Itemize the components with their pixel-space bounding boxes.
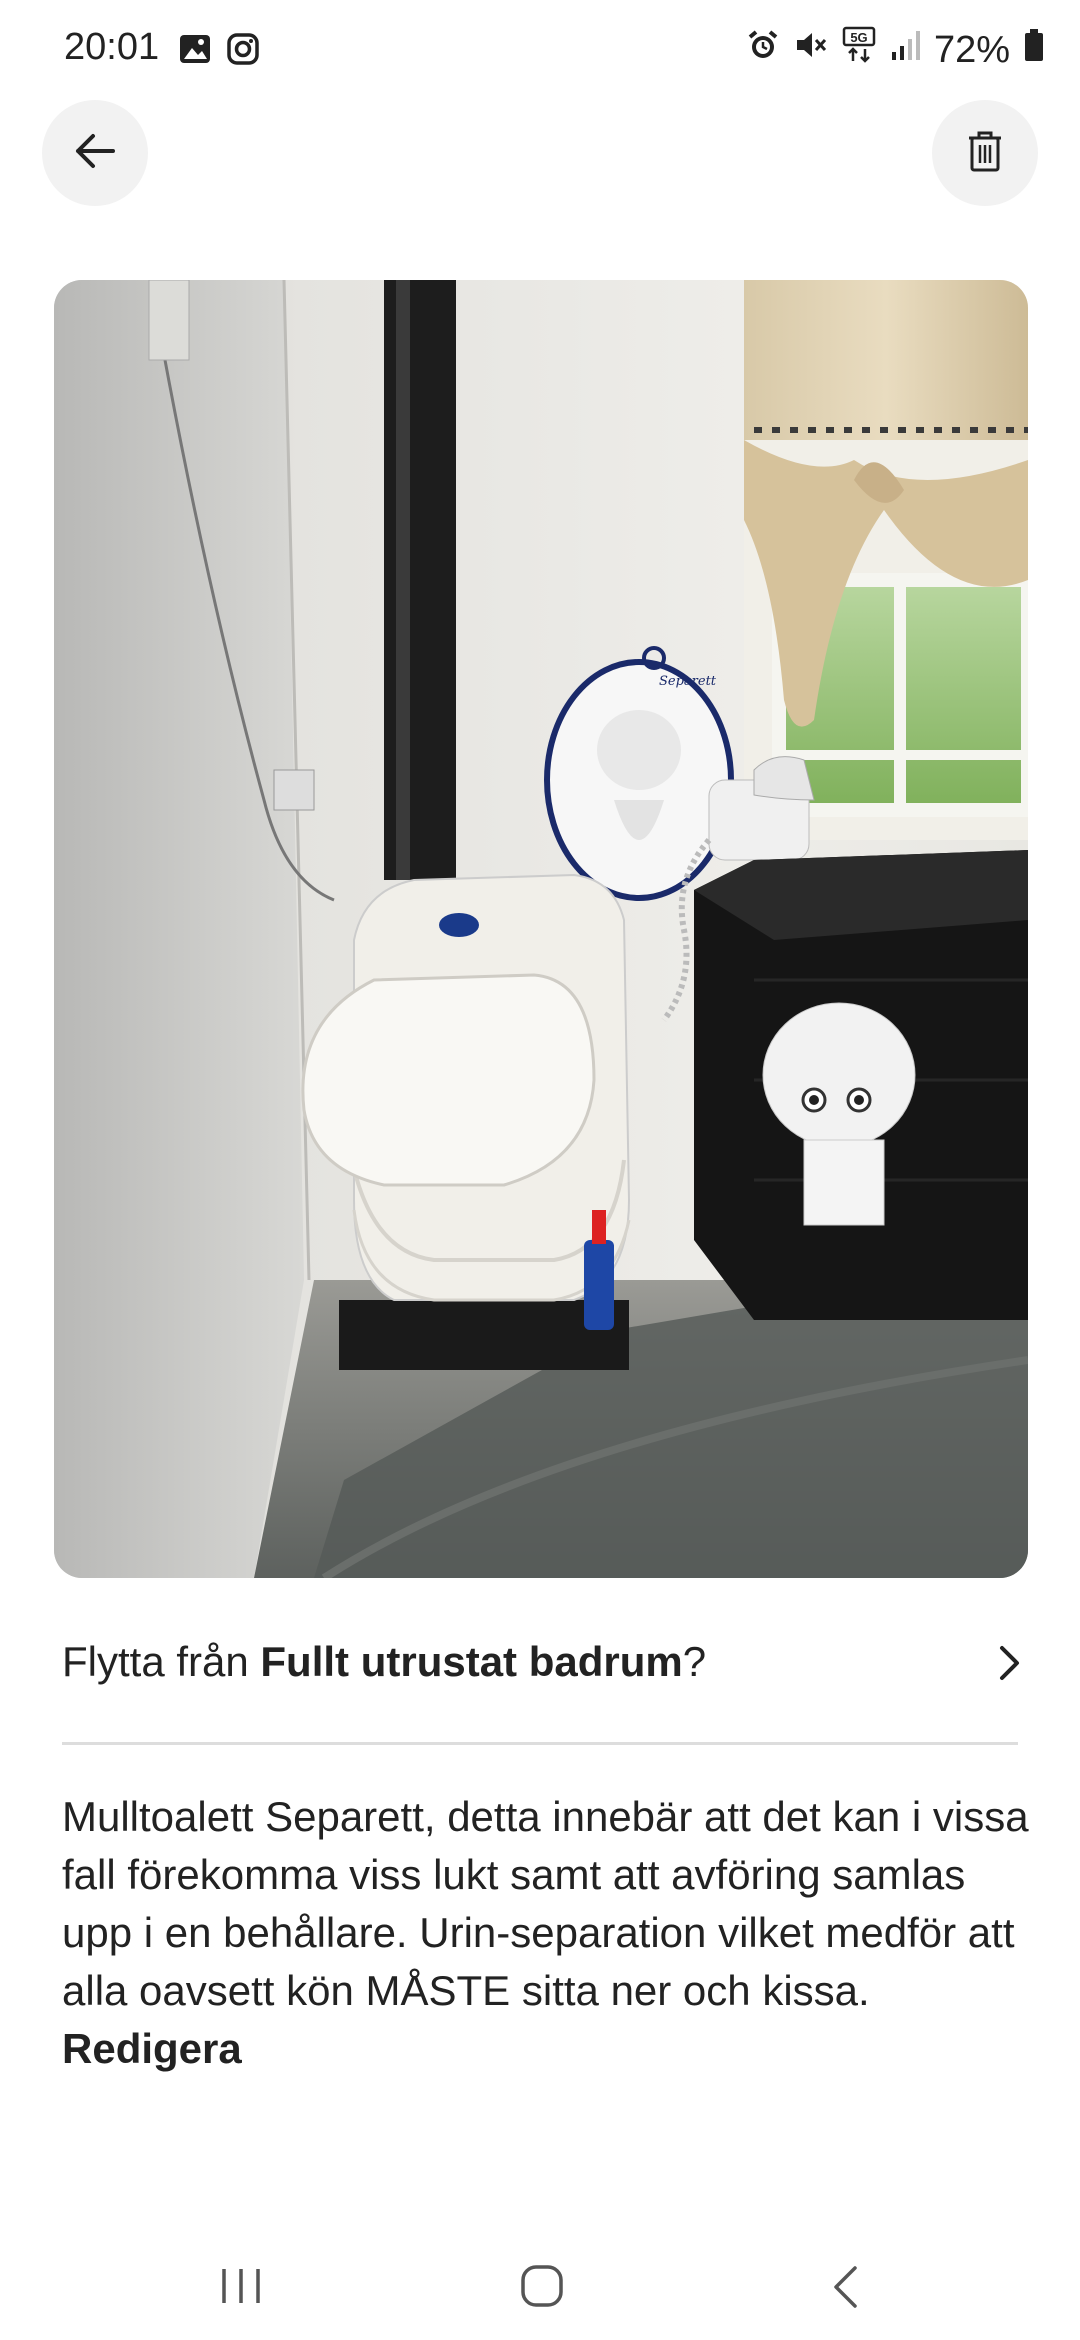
move-prefix: Flytta från bbox=[62, 1638, 261, 1685]
recent-apps-icon[interactable] bbox=[218, 2266, 264, 2311]
caption-text: Mulltoalett Separett, detta innebär att … bbox=[62, 1793, 1029, 2014]
divider bbox=[62, 1742, 1018, 1745]
move-room-prompt: Flytta från Fullt utrustat badrum? bbox=[62, 1636, 1022, 1688]
back-button[interactable] bbox=[42, 100, 148, 206]
brand-label: Separett bbox=[659, 674, 717, 689]
home-icon[interactable] bbox=[520, 2264, 564, 2313]
photo-caption: Mulltoalett Separett, detta innebär att … bbox=[62, 1788, 1042, 2078]
trash-icon bbox=[967, 130, 1003, 177]
battery-icon bbox=[1024, 28, 1044, 72]
delete-button[interactable] bbox=[932, 100, 1038, 206]
status-time: 20:01 bbox=[64, 26, 160, 68]
back-nav-icon[interactable] bbox=[830, 2264, 860, 2315]
mute-icon bbox=[794, 28, 828, 72]
battery-percent: 72% bbox=[933, 28, 1010, 71]
listing-photo[interactable]: Separett bbox=[54, 280, 1028, 1578]
instagram-icon bbox=[226, 32, 260, 71]
arrow-left-icon bbox=[73, 131, 117, 176]
move-suffix: ? bbox=[682, 1638, 707, 1685]
system-nav-bar bbox=[0, 2230, 1080, 2340]
edit-caption-link[interactable]: Redigera bbox=[62, 2025, 242, 2072]
signal-icon bbox=[890, 28, 920, 72]
gallery-icon bbox=[178, 32, 212, 71]
alarm-icon bbox=[746, 28, 780, 72]
move-room-row[interactable]: Flytta från Fullt utrustat badrum? bbox=[62, 1636, 1022, 1716]
move-room-name: Fullt utrustat badrum bbox=[260, 1638, 683, 1685]
chevron-right-icon bbox=[998, 1644, 1022, 1687]
5g-icon: 5G bbox=[842, 26, 876, 74]
status-bar: 20:01 5G 72% bbox=[0, 0, 1080, 100]
svg-text:5G: 5G bbox=[850, 30, 867, 45]
